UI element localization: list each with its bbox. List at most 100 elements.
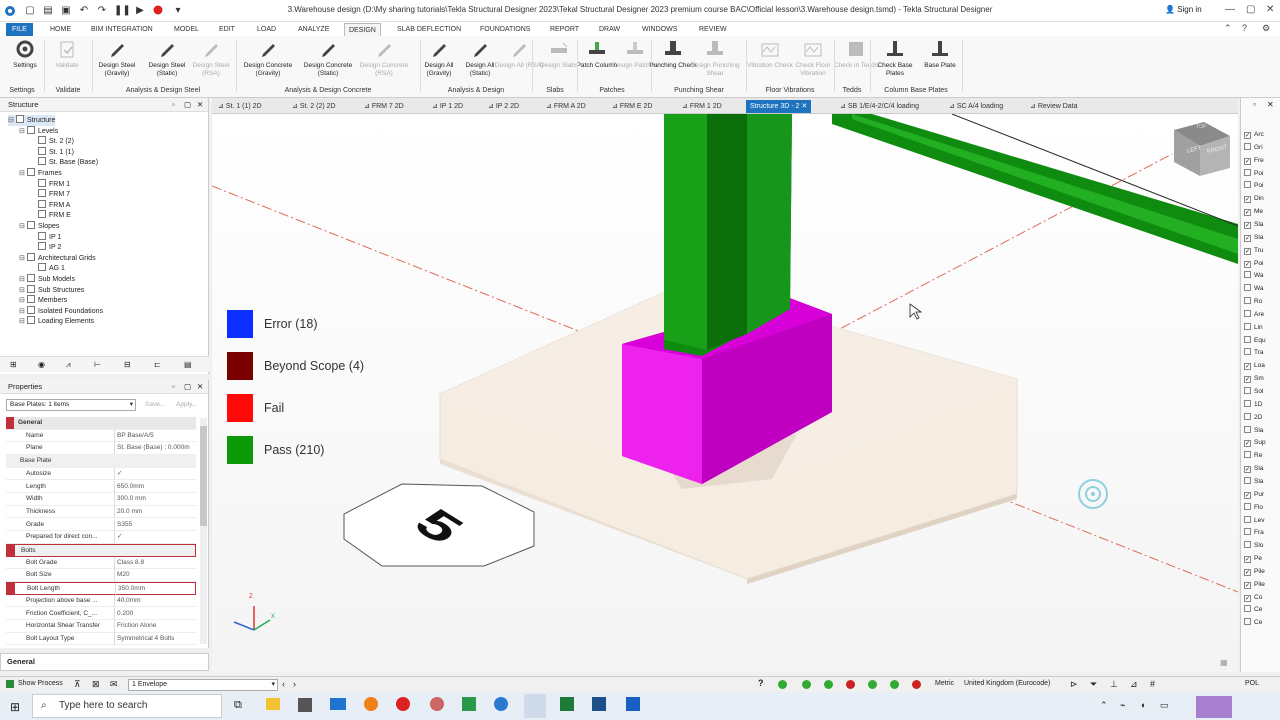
- tree-item[interactable]: AG 1: [30, 263, 65, 274]
- float-panel-icon[interactable]: ▫: [172, 98, 175, 112]
- app-icon[interactable]: [592, 697, 606, 711]
- scene-content-checkbox[interactable]: [1244, 387, 1251, 394]
- filter-icon[interactable]: ⏷: [1090, 679, 1097, 690]
- property-row[interactable]: Bolt Grade Class 8.8: [6, 556, 196, 570]
- menu-tab-model[interactable]: MODEL: [170, 23, 203, 36]
- scene-content-checkbox[interactable]: ✓: [1244, 491, 1251, 499]
- help-status-icon[interactable]: ?: [758, 678, 764, 688]
- opera-icon[interactable]: [396, 697, 410, 711]
- edge-icon[interactable]: [494, 697, 508, 711]
- scene-content-checkbox[interactable]: [1244, 309, 1251, 317]
- ribbon-button-base-plate[interactable]: Base Plate: [915, 38, 965, 70]
- tracking-icon[interactable]: ⊿: [1130, 679, 1138, 690]
- scene-content-checkbox[interactable]: [1244, 541, 1251, 549]
- mail-icon[interactable]: [330, 698, 346, 710]
- scene-content-item[interactable]: Gri: [1244, 142, 1263, 153]
- tree-item[interactable]: ⊟ Isolated Foundations: [19, 305, 103, 317]
- scene-content-item[interactable]: ✓ Sla: [1244, 464, 1263, 474]
- firefox-icon[interactable]: [364, 697, 378, 711]
- menu-tab-foundations[interactable]: FOUNDATIONS: [476, 23, 534, 36]
- ribbon-button-design-steel-static-[interactable]: Design Steel (Static): [142, 38, 192, 78]
- maximize-properties-icon[interactable]: ▢: [184, 380, 191, 394]
- task-view-icon[interactable]: ⧉: [234, 699, 242, 712]
- scene-content-checkbox[interactable]: ✓: [1244, 260, 1251, 268]
- scene-content-item[interactable]: ✓ Sup: [1244, 438, 1266, 448]
- pol-toggle[interactable]: POL: [1245, 680, 1259, 687]
- status-ok-icon[interactable]: [802, 680, 811, 689]
- scene-content-item[interactable]: ✓ Tru: [1244, 246, 1264, 256]
- units-label[interactable]: Metric: [935, 680, 954, 687]
- property-row[interactable]: Bolt Layout Type Symmetrical 4 Bolts: [6, 632, 196, 646]
- status-ok-icon[interactable]: [824, 680, 833, 689]
- scene-content-checkbox[interactable]: [1244, 618, 1251, 626]
- view-tab[interactable]: ⊿ St. 2 (2) 2D: [292, 100, 336, 113]
- tree-item[interactable]: St. 2 (2): [30, 136, 74, 147]
- scene-content-item[interactable]: Lin: [1244, 322, 1263, 333]
- maximize-icon[interactable]: ▢: [1246, 4, 1255, 15]
- battery-icon[interactable]: ▭: [1160, 700, 1169, 711]
- show-process-button[interactable]: Show Process: [18, 680, 63, 687]
- groups-tab-icon[interactable]: ⩘: [66, 360, 71, 370]
- tree-expand-icon[interactable]: ⊟: [19, 317, 27, 327]
- scene-panel-close-icon[interactable]: ✕: [1267, 100, 1274, 109]
- scene-content-checkbox[interactable]: [1244, 168, 1251, 176]
- property-value[interactable]: Class 8.8: [114, 556, 194, 570]
- scene-content-item[interactable]: ✓ Poi: [1244, 259, 1263, 269]
- property-row[interactable]: Grade S355: [6, 518, 196, 532]
- property-row[interactable]: Length 650.0mm: [6, 480, 196, 494]
- apply-properties-button[interactable]: Apply...: [176, 401, 197, 408]
- scene-content-item[interactable]: ✓ Pur: [1244, 490, 1264, 500]
- ribbon-button-validate[interactable]: Validate: [42, 38, 92, 70]
- scene-content-item[interactable]: Poi: [1244, 168, 1263, 179]
- scene-content-checkbox[interactable]: ✓: [1244, 196, 1251, 204]
- ribbon-button-check-base-plates[interactable]: Check Base Plates: [870, 38, 920, 78]
- view-tab[interactable]: ⊿ FRM A 2D: [546, 100, 586, 113]
- drawings-tab-icon[interactable]: ⊏: [154, 360, 161, 369]
- app-icon[interactable]: [626, 697, 640, 711]
- tree-item[interactable]: ⊟ Levels: [19, 125, 58, 137]
- tree-item[interactable]: ⊟ Members: [19, 295, 67, 306]
- scene-content-item[interactable]: Lev: [1244, 515, 1264, 526]
- property-row[interactable]: Name BP Base/A/5: [6, 429, 196, 443]
- status-ok-icon[interactable]: [778, 680, 787, 689]
- property-value[interactable]: 20.0 mm: [114, 505, 194, 519]
- tree-item[interactable]: ⊟ Sub Models: [19, 274, 75, 285]
- scene-content-item[interactable]: Slo: [1244, 541, 1263, 551]
- paint-icon[interactable]: [430, 697, 444, 711]
- scene-content-item[interactable]: 1D: [1244, 399, 1262, 410]
- scene-content-item[interactable]: Flo: [1244, 502, 1263, 513]
- scene-content-item[interactable]: Sol: [1244, 387, 1263, 397]
- status-ok-icon[interactable]: [868, 680, 877, 689]
- scene-content-item[interactable]: ✓ Fre: [1244, 156, 1264, 166]
- scene-content-checkbox[interactable]: ✓: [1244, 581, 1251, 589]
- scene-content-item[interactable]: ✓ Sm: [1244, 374, 1264, 384]
- menu-tab-home[interactable]: HOME: [46, 23, 75, 36]
- property-value[interactable]: ✓: [114, 531, 194, 544]
- scene-content-checkbox[interactable]: [1244, 528, 1251, 536]
- scene-content-checkbox[interactable]: [1244, 322, 1251, 330]
- view-tab[interactable]: ⊿ SB 1/E/4-2/C/4 loading: [840, 100, 919, 113]
- view-tab[interactable]: ⊿ IP 2 2D: [488, 100, 519, 113]
- property-row[interactable]: Friction Coefficient, C_... 0.200: [6, 607, 196, 621]
- tree-item[interactable]: ⊟ Sub Structures: [19, 284, 84, 296]
- next-icon[interactable]: ›: [293, 679, 296, 689]
- tree-item[interactable]: ⊟ Architectural Grids: [19, 252, 96, 264]
- close-panel-icon[interactable]: ✕: [197, 98, 203, 112]
- scene-content-checkbox[interactable]: [1244, 348, 1251, 356]
- property-value[interactable]: ✓: [114, 467, 194, 481]
- tree-expand-icon[interactable]: ⊟: [19, 286, 27, 296]
- scene-content-item[interactable]: ✓ Co: [1244, 593, 1262, 603]
- property-value[interactable]: 300.0 mm: [114, 493, 194, 506]
- volume-icon[interactable]: ◖: [1140, 700, 1145, 710]
- view-tab[interactable]: ⊿ FRM 1 2D: [682, 100, 722, 113]
- ribbon-button-design-steel-rsa-[interactable]: Design Steel (RSA): [186, 38, 236, 78]
- scene-content-checkbox[interactable]: [1244, 412, 1251, 420]
- scene-content-item[interactable]: Are: [1244, 309, 1264, 320]
- ribbon-button-design-punching-shear[interactable]: Design Punching Shear: [690, 38, 740, 78]
- properties-scrollbar[interactable]: [200, 418, 207, 644]
- property-row[interactable]: Thickness 20.0 mm: [6, 505, 196, 519]
- taskbar-search-input[interactable]: ⌕ Type here to search: [32, 694, 222, 718]
- property-value[interactable]: S355: [114, 518, 194, 532]
- status-fail-icon[interactable]: [846, 680, 855, 689]
- tsd-active-icon[interactable]: [524, 694, 546, 718]
